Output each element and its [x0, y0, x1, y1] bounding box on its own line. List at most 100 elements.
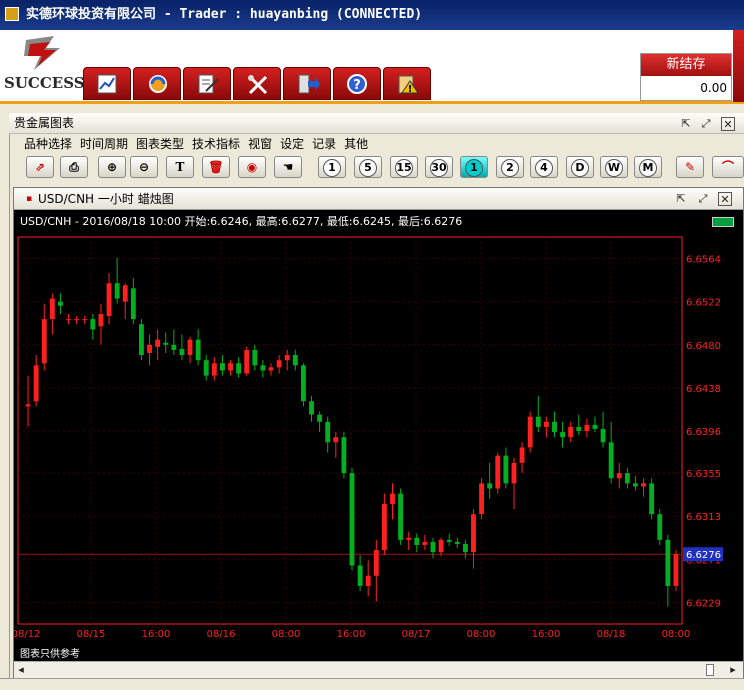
company-logo: SUCCESS: [4, 34, 85, 94]
delete-button[interactable]: 🗑: [202, 156, 230, 178]
balance-label: 新结存: [641, 54, 731, 76]
chart-paper-icon: [97, 74, 117, 94]
pencil-icon: ✎: [684, 160, 696, 174]
menu-symbol[interactable]: 品种选择: [20, 135, 76, 154]
candle-body: [519, 447, 525, 463]
candle-body: [139, 324, 144, 356]
candle-body: [98, 313, 104, 327]
panel-float-icon[interactable]: ⇱: [679, 117, 693, 131]
tf-2h-button[interactable]: 2: [496, 156, 524, 178]
panel-close-icon[interactable]: ✕: [721, 117, 735, 131]
menu-records[interactable]: 记录: [308, 135, 340, 154]
record-icon: ◉: [246, 160, 258, 174]
curve-tool-icon: ⌒: [721, 160, 734, 174]
order-button[interactable]: [183, 67, 231, 100]
tf-5-button[interactable]: 5: [354, 156, 382, 178]
alert-button[interactable]: !: [383, 67, 431, 100]
order-form-icon: [198, 74, 219, 94]
text-tool-button[interactable]: T: [166, 156, 194, 178]
y-tick-label: 6.6313: [686, 512, 721, 523]
candle-body: [325, 421, 331, 443]
candle-body: [228, 363, 233, 371]
zoom-out-button[interactable]: ⊖: [130, 156, 158, 178]
candle-body: [390, 493, 395, 504]
candle-body: [462, 543, 468, 553]
candle-body: [430, 541, 436, 553]
tf-day-button[interactable]: D: [566, 156, 594, 178]
candle-body: [649, 483, 655, 515]
candle-body: [592, 424, 598, 429]
menu-timeframe[interactable]: 时间周期: [76, 135, 132, 154]
candle-body: [155, 339, 161, 347]
chart-button[interactable]: [83, 67, 131, 100]
candle-body: [58, 301, 63, 306]
menu-indicators[interactable]: 技术指标: [188, 135, 244, 154]
logo-text: SUCCESS: [4, 74, 85, 92]
tf-30-button[interactable]: 30: [425, 156, 453, 178]
candlestick-chart[interactable]: 6.6564 6.6522 6.6480 6.6438 6.6396 6.6355 6.63…: [14, 230, 743, 645]
candle-body: [171, 344, 177, 350]
candle-body: [260, 365, 266, 371]
refresh-button[interactable]: [133, 67, 181, 100]
tf-1h-label: 1: [465, 159, 483, 177]
chart-close-icon[interactable]: ✕: [718, 192, 732, 206]
candle-body: [268, 367, 274, 371]
candle-body: [41, 319, 47, 364]
exit-button[interactable]: [283, 67, 331, 100]
y-tick-label: 6.6564: [686, 255, 721, 266]
horizontal-scrollbar[interactable]: ◂ ▸: [14, 661, 743, 678]
tf-5-label: 5: [359, 159, 377, 177]
draw-line-button[interactable]: ✎: [676, 156, 704, 178]
help-button[interactable]: ?: [333, 67, 381, 100]
menu-other[interactable]: 其他: [340, 135, 372, 154]
menu-window[interactable]: 视窗: [244, 135, 276, 154]
candle-body: [284, 355, 290, 361]
tf-4h-label: 4: [535, 159, 553, 177]
menu-chart-type[interactable]: 图表类型: [132, 135, 188, 154]
app-icon: [5, 7, 19, 21]
candle-body: [381, 503, 387, 551]
candle-body: [244, 349, 250, 374]
tf-15-button[interactable]: 15: [390, 156, 418, 178]
x-tick-label: 16:00: [337, 629, 366, 640]
candle-body: [106, 283, 112, 317]
exit-door-icon: [298, 74, 320, 94]
tf-1-button[interactable]: 1: [318, 156, 346, 178]
record-button[interactable]: ◉: [238, 156, 266, 178]
x-tick-label: 08/16: [207, 629, 236, 640]
menu-settings[interactable]: 设定: [276, 135, 308, 154]
toolbar-edge: [733, 30, 744, 102]
window-title: 实德环球投资有限公司 - Trader : huayanbing (CONNEC…: [26, 7, 423, 22]
x-tick-label: 08/17: [402, 629, 431, 640]
draw-curve-button[interactable]: ⌒: [712, 156, 744, 178]
panel-title-bar: 贵金属图表 ⇱ ⤢ ✕: [9, 113, 744, 134]
tf-4h-button[interactable]: 4: [530, 156, 558, 178]
scroll-thumb[interactable]: [706, 664, 714, 676]
candle-body: [333, 437, 339, 443]
new-chart-button[interactable]: ⇗: [26, 156, 54, 178]
zoom-in-button[interactable]: ⊕: [98, 156, 126, 178]
tf-month-button[interactable]: M: [634, 156, 662, 178]
candle-body: [527, 416, 533, 448]
tf-week-label: W: [605, 159, 623, 177]
candle-body: [641, 483, 646, 487]
panel-maximize-icon[interactable]: ⤢: [699, 117, 713, 131]
x-tick-label: 08:00: [662, 629, 691, 640]
last-price-label: 6.6276: [686, 550, 721, 561]
tf-week-button[interactable]: W: [600, 156, 628, 178]
candle-body: [633, 483, 638, 487]
scroll-left-icon[interactable]: ◂: [14, 663, 28, 677]
hand-tool-button[interactable]: ☚: [274, 156, 302, 178]
candle-body: [487, 483, 493, 489]
chart-float-icon[interactable]: ⇱: [674, 192, 688, 206]
tf-1h-button[interactable]: 1: [460, 156, 488, 178]
candle-body: [219, 363, 225, 371]
tools-button[interactable]: [233, 67, 281, 100]
candle-body: [147, 344, 152, 353]
print-button[interactable]: ⎙: [60, 156, 88, 178]
help-icon: ?: [347, 74, 367, 94]
candle-body: [503, 455, 509, 484]
scroll-right-icon[interactable]: ▸: [726, 663, 740, 677]
connection-indicator: [712, 217, 734, 227]
chart-maximize-icon[interactable]: ⤢: [696, 192, 710, 206]
